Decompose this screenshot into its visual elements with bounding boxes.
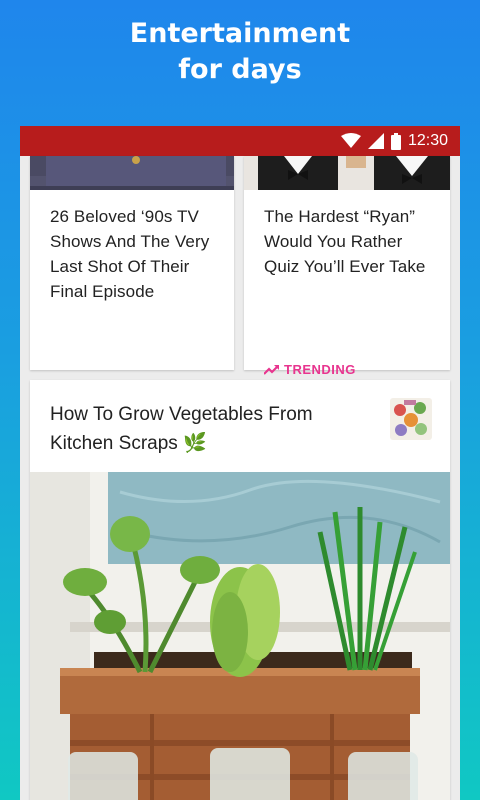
battery-icon: [390, 132, 401, 150]
cellular-signal-icon: [367, 133, 384, 149]
feature-title-text: How To Grow Vegetables From Kitchen Scra…: [50, 404, 313, 454]
author-thumbnail[interactable]: [390, 398, 432, 440]
status-bar: 12:30: [20, 126, 460, 156]
wifi-icon: [340, 133, 361, 149]
trending-label: TRENDING: [284, 362, 356, 377]
phone-screen: 12:30 26 Beloved ‘90s TV Shows And The V…: [20, 126, 460, 800]
promo-title: Entertainment for days: [0, 16, 480, 88]
article-title: 26 Beloved ‘90s TV Shows And The Very La…: [50, 207, 210, 301]
herb-emoji: 🌿: [183, 433, 207, 454]
promo-title-line-2: for days: [178, 54, 302, 85]
article-thumbnail: [30, 156, 234, 190]
feature-photo: [30, 472, 450, 800]
trending-badge: TRENDING: [264, 362, 356, 377]
status-time: 12:30: [407, 132, 448, 149]
feature-article-card[interactable]: How To Grow Vegetables From Kitchen Scra…: [30, 380, 450, 800]
article-thumbnail: [244, 156, 450, 190]
trending-up-icon: [264, 364, 279, 375]
article-card-ryan-quiz[interactable]: The Hardest “Ryan” Would You Rather Quiz…: [244, 156, 450, 377]
article-card-90s-tv[interactable]: 26 Beloved ‘90s TV Shows And The Very La…: [30, 156, 234, 370]
article-title: The Hardest “Ryan” Would You Rather Quiz…: [264, 207, 426, 276]
promo-title-line-1: Entertainment: [129, 18, 351, 49]
feature-article-title: How To Grow Vegetables From Kitchen Scra…: [50, 400, 370, 458]
